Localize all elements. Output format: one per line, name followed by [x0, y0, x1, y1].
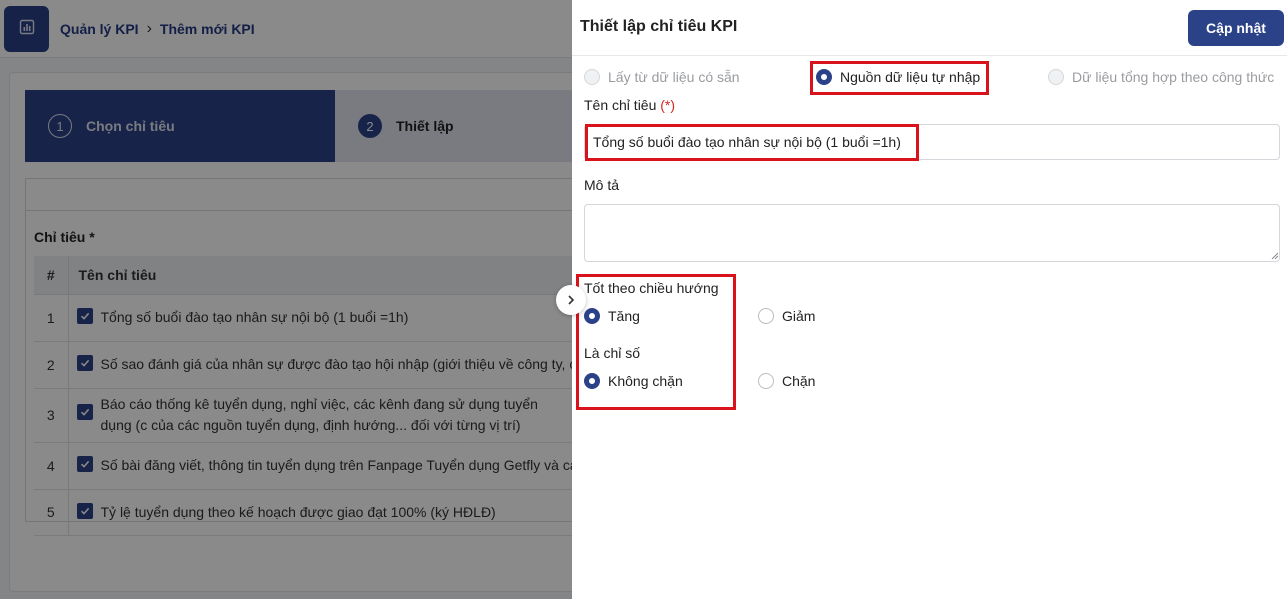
kpi-name-label-text: Tên chỉ tiêu: [584, 97, 657, 113]
chevron-right-icon: [568, 295, 575, 305]
radio-label: Tăng: [608, 308, 640, 324]
drawer-title: Thiết lập chỉ tiêu KPI: [580, 18, 738, 35]
source-option-manual[interactable]: Nguồn dữ liệu tự nhập: [816, 69, 980, 85]
radio-decrease[interactable]: [758, 308, 774, 324]
radio-uncapped[interactable]: [584, 373, 600, 389]
direction-option-decrease[interactable]: Giảm: [758, 308, 815, 324]
cap-option-capped[interactable]: Chặn: [758, 373, 815, 389]
source-option-formula[interactable]: Dữ liệu tổng hợp theo công thức: [1048, 69, 1274, 85]
radio-label: Không chặn: [608, 373, 683, 389]
kpi-name-input[interactable]: [584, 124, 1280, 160]
cap-option-uncapped[interactable]: Không chặn: [584, 373, 683, 389]
radio-label: Giảm: [782, 308, 816, 324]
kpi-name-label: Tên chỉ tiêu (*): [584, 97, 675, 113]
resize-handle-icon[interactable]: [1270, 251, 1279, 260]
required-mark: (*): [660, 97, 676, 113]
direction-label: Tốt theo chiều hướng: [584, 280, 719, 296]
radio-label: Dữ liệu tổng hợp theo công thức: [1072, 69, 1275, 85]
radio-existing[interactable]: [584, 69, 600, 85]
cap-label: Là chỉ số: [584, 345, 641, 361]
drawer-header: Thiết lập chỉ tiêu KPI Cập nhật: [572, 0, 1287, 56]
description-textarea[interactable]: [584, 204, 1280, 262]
radio-increase[interactable]: [584, 308, 600, 324]
radio-capped[interactable]: [758, 373, 774, 389]
update-button[interactable]: Cập nhật: [1188, 10, 1284, 46]
radio-label: Nguồn dữ liệu tự nhập: [840, 69, 981, 85]
collapse-drawer-button[interactable]: [556, 285, 586, 315]
kpi-setup-drawer: Thiết lập chỉ tiêu KPI Cập nhật Lấy từ d…: [572, 0, 1287, 599]
radio-label: Chặn: [782, 373, 816, 389]
source-option-existing[interactable]: Lấy từ dữ liệu có sẵn: [584, 69, 740, 85]
description-label: Mô tả: [584, 177, 620, 193]
radio-manual[interactable]: [816, 69, 832, 85]
direction-option-increase[interactable]: Tăng: [584, 308, 640, 324]
radio-label: Lấy từ dữ liệu có sẵn: [608, 69, 740, 85]
modal-backdrop[interactable]: [0, 0, 572, 599]
radio-formula[interactable]: [1048, 69, 1064, 85]
